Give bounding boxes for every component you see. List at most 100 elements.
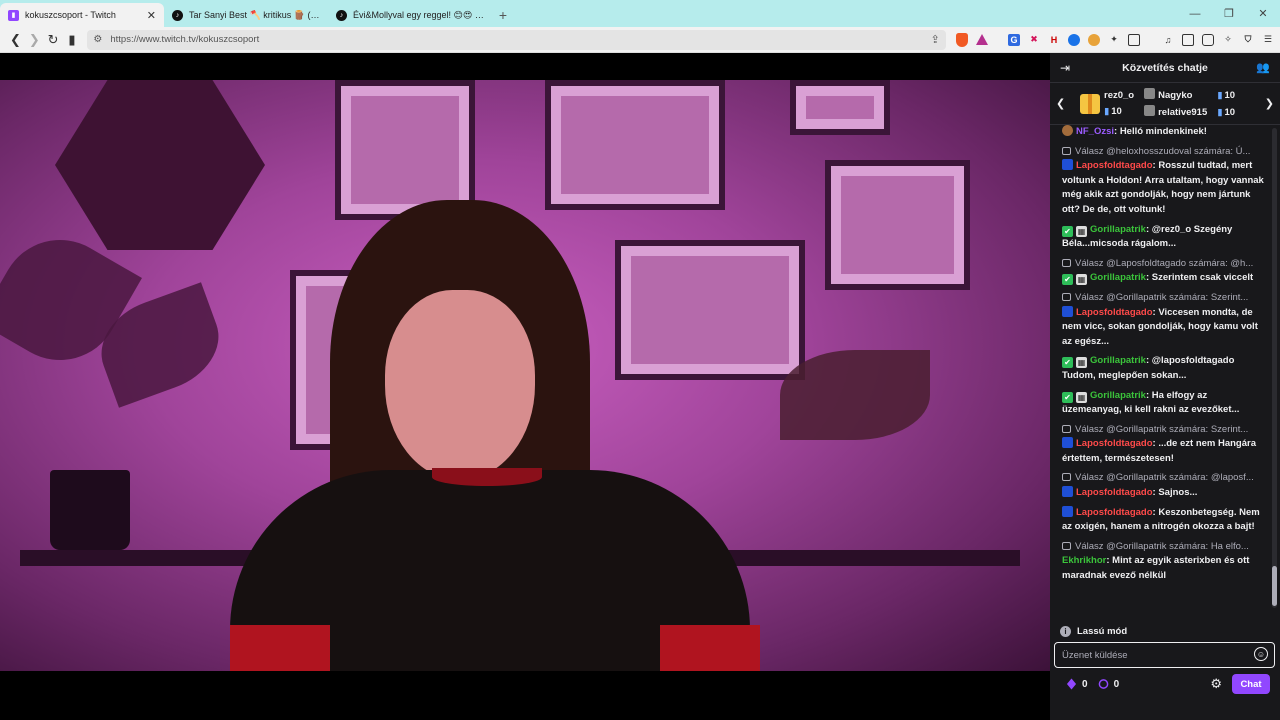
chat-username[interactable]: Gorillapatrik [1090, 272, 1146, 283]
chat-scrollbar-thumb[interactable] [1272, 566, 1277, 606]
chat-scrollbar[interactable] [1272, 128, 1277, 608]
reply-context[interactable]: Válasz @Gorillapatrik számára: @laposf..… [1062, 471, 1266, 486]
brave-rewards-icon[interactable] [975, 34, 988, 45]
site-settings-icon[interactable]: ⚙ [93, 34, 102, 45]
verified-badge-icon[interactable]: ✔ [1062, 274, 1073, 286]
chat-username[interactable]: Laposfoldtagado [1076, 438, 1153, 449]
community-icon[interactable]: 👥 [1256, 61, 1270, 74]
leaderboard-count: 10 [1224, 106, 1236, 118]
brave-shield-icon[interactable] [955, 32, 968, 47]
subscriber-badge-icon[interactable] [1062, 505, 1073, 517]
picture-frame [790, 80, 890, 135]
h-extension-icon[interactable]: H [1048, 34, 1060, 46]
chat-message[interactable]: Válasz @Laposfoldtagado számára: @h... ✔ ▦… [1062, 257, 1266, 286]
leaderboard-top[interactable]: rez0_o ▮ 10 [1104, 88, 1134, 120]
wallet-icon[interactable] [1201, 33, 1214, 46]
chat-message[interactable]: ✔ ▦ Gorillapatrik: @laposfoldtagado Tudom,… [1062, 354, 1266, 383]
x-extension-icon[interactable]: ✖ [1028, 34, 1040, 46]
chat-message[interactable]: Válasz @Gorillapatrik számára: Szerint..… [1062, 291, 1266, 349]
tab-twitch[interactable]: ▮ kokuszcsoport - Twitch ✕ [0, 3, 164, 27]
vip-badge-icon[interactable]: ▦ [1076, 357, 1087, 369]
chat-message[interactable]: ✔ ▦ Gorillapatrik: Ha elfogy az üzemeanyag… [1062, 389, 1266, 418]
chat-message[interactable]: Válasz @Gorillapatrik számára: Ha elfo..… [1062, 540, 1266, 584]
chat-message[interactable]: Válasz @Gorillapatrik számára: Szerint..… [1062, 423, 1266, 467]
chat-username[interactable]: Gorillapatrik [1090, 390, 1146, 401]
url-text: https://www.twitch.tv/kokuszcsoport [110, 34, 260, 45]
reply-icon [1062, 541, 1071, 550]
send-chat-button[interactable]: Chat [1232, 674, 1270, 694]
vip-badge-icon[interactable]: ▦ [1076, 274, 1087, 286]
chat-input[interactable] [1054, 642, 1275, 668]
vpn-icon[interactable]: ⛉ [1242, 34, 1254, 46]
leaderboard-top-count: 10 [1111, 105, 1122, 117]
chat-message[interactable]: Válasz @heloxhosszudoval számára: Ú... La… [1062, 145, 1266, 218]
forward-icon[interactable]: ❯ [25, 30, 44, 50]
leo-icon[interactable]: ✧ [1222, 34, 1234, 46]
bookmark-icon[interactable]: ▮ [63, 30, 82, 50]
leaderboard-entry[interactable]: Nagyko [1144, 87, 1207, 104]
subscriber-badge-icon[interactable] [1062, 486, 1073, 498]
chat-username[interactable]: Laposfoldtagado [1076, 487, 1153, 498]
verified-badge-icon[interactable]: ✔ [1062, 357, 1073, 369]
close-icon[interactable]: ✕ [147, 9, 156, 22]
puzzle-icon[interactable]: ✦ [1108, 34, 1120, 46]
chat-message[interactable]: NF_Ozsi: Helló mindenkinek! [1062, 125, 1266, 140]
channel-points-balance[interactable]: 0 [1098, 678, 1120, 690]
channel-points[interactable]: 0 [1066, 678, 1088, 690]
info-icon: i [1060, 626, 1071, 637]
chat-message[interactable]: ✔ ▦ Gorillapatrik: @rez0_o Szegény Béla...… [1062, 223, 1266, 252]
points-count: 0 [1113, 678, 1120, 690]
translate-icon[interactable]: G [1007, 33, 1020, 46]
browser-toolbar: ❮ ❯ ↻ ▮ ⚙ https://www.twitch.tv/kokuszcs… [0, 27, 1280, 53]
chat-username[interactable]: Laposfoldtagado [1076, 307, 1153, 318]
reply-context[interactable]: Válasz @Gorillapatrik számára: Ha elfo..… [1062, 540, 1266, 555]
gear-icon[interactable]: ⚙ [1210, 676, 1222, 692]
vip-badge-icon[interactable]: ▦ [1076, 225, 1087, 237]
music-icon[interactable]: ♫ [1162, 34, 1174, 46]
menu-icon[interactable]: ☰ [1262, 34, 1274, 46]
tab-tiktok-2[interactable]: ♪ Évi&Mollyval egy reggel! 😊😍 (@m [328, 3, 492, 27]
chat-username[interactable]: Ekhrikhor [1062, 555, 1106, 566]
reload-icon[interactable]: ↻ [44, 30, 63, 50]
reply-context[interactable]: Válasz @heloxhosszudoval számára: Ú... [1062, 145, 1266, 160]
chat-username[interactable]: Gorillapatrik [1090, 224, 1146, 235]
sidebar-icon[interactable] [1181, 33, 1194, 46]
subscriber-badge-icon[interactable] [1062, 159, 1073, 171]
subscriber-badge-icon[interactable] [1062, 437, 1073, 449]
person-face [385, 290, 535, 480]
video-frame[interactable] [0, 80, 1050, 671]
verified-badge-icon[interactable]: ✔ [1062, 225, 1073, 237]
leaderboard-entry[interactable]: relative915 [1144, 104, 1207, 121]
video-player[interactable] [0, 53, 1050, 720]
chat-message[interactable]: Laposfoldtagado: Keszonbetegség. Nem az … [1062, 505, 1266, 535]
address-bar[interactable]: ⚙ https://www.twitch.tv/kokuszcsoport ⇪ [87, 29, 946, 50]
window-close-icon[interactable]: ✕ [1246, 7, 1280, 20]
extension-icon[interactable] [1087, 33, 1100, 46]
share-icon[interactable]: ⇪ [931, 33, 940, 46]
emote-picker-icon[interactable]: ☺ [1254, 647, 1268, 661]
screenshot-icon[interactable] [1127, 33, 1140, 46]
leaderboard-top-name: rez0_o [1104, 89, 1135, 101]
leaderboard-prev-icon[interactable]: ❮ [1056, 97, 1068, 110]
extension-icon[interactable] [1067, 33, 1080, 46]
chat-username[interactable]: Laposfoldtagado [1076, 507, 1153, 518]
tab-bar: ▮ kokuszcsoport - Twitch ✕ ♪ Tar Sanyi B… [0, 0, 1280, 27]
new-tab-button[interactable]: + [492, 3, 514, 27]
minimize-icon[interactable]: — [1178, 8, 1212, 20]
reply-context[interactable]: Válasz @Gorillapatrik számára: Szerint..… [1062, 423, 1266, 438]
leaderboard-next-icon[interactable]: ❯ [1265, 97, 1274, 110]
restore-icon[interactable]: ❐ [1212, 7, 1246, 20]
chat-username[interactable]: Laposfoldtagado [1076, 160, 1153, 171]
chat-message[interactable]: Válasz @Gorillapatrik számára: @laposf..… [1062, 471, 1266, 500]
subscriber-badge-icon[interactable] [1062, 305, 1073, 317]
collapse-chat-icon[interactable]: ⇥ [1060, 61, 1074, 75]
chat-username[interactable]: NF_Ozsi [1076, 126, 1114, 137]
vip-badge-icon[interactable]: ▦ [1076, 391, 1087, 403]
verified-badge-icon[interactable]: ✔ [1062, 391, 1073, 403]
reply-context[interactable]: Válasz @Laposfoldtagado számára: @h... [1062, 257, 1266, 272]
back-icon[interactable]: ❮ [6, 30, 25, 50]
tab-tiktok-1[interactable]: ♪ Tar Sanyi Best 🪓 kritikus 🪵 (@szop [164, 3, 328, 27]
chat-username[interactable]: Gorillapatrik [1090, 355, 1146, 366]
reply-context[interactable]: Válasz @Gorillapatrik számára: Szerint..… [1062, 291, 1266, 306]
badge-icon[interactable] [1062, 125, 1073, 136]
